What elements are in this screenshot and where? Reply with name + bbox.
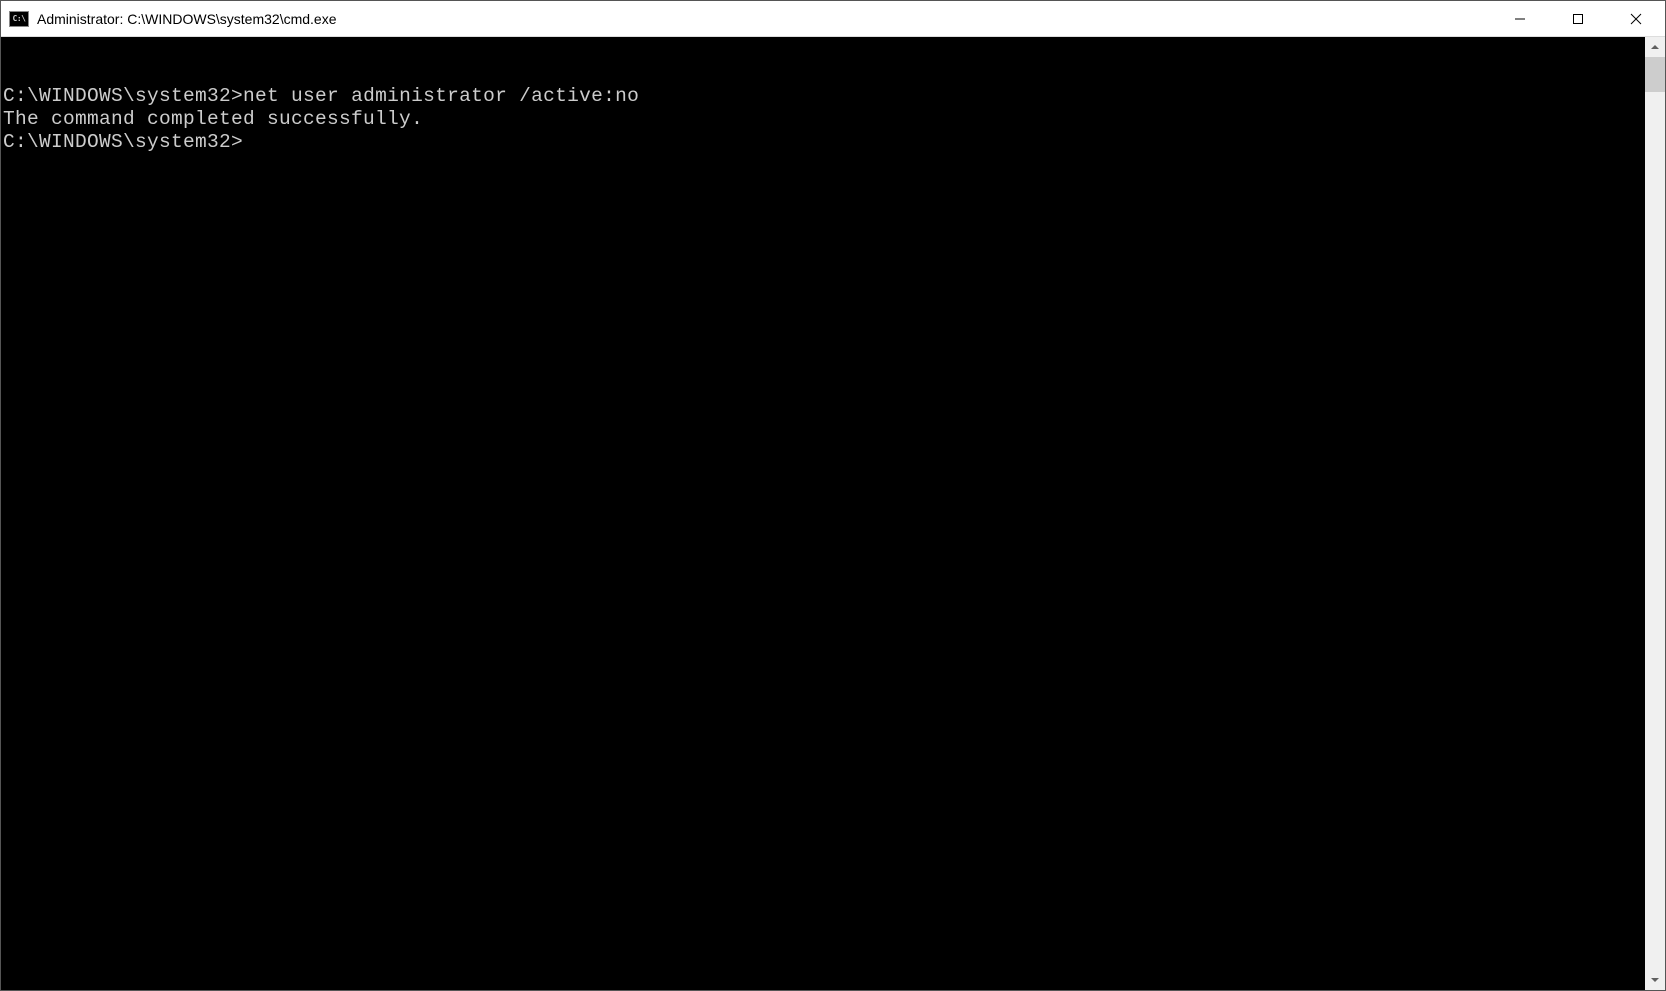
window-title: Administrator: C:\WINDOWS\system32\cmd.e… — [37, 11, 1491, 27]
window-controls — [1491, 1, 1665, 36]
minimize-button[interactable] — [1491, 1, 1549, 36]
maximize-icon — [1572, 13, 1584, 25]
scroll-track[interactable] — [1645, 57, 1665, 970]
scroll-thumb[interactable] — [1645, 57, 1665, 92]
prompt-2: C:\WINDOWS\system32> — [3, 131, 243, 154]
chevron-down-icon — [1650, 975, 1660, 985]
titlebar[interactable]: C:\ Administrator: C:\WINDOWS\system32\c… — [1, 1, 1665, 37]
terminal-output[interactable]: C:\WINDOWS\system32>net user administrat… — [1, 37, 1645, 990]
close-button[interactable] — [1607, 1, 1665, 36]
cmd-window: C:\ Administrator: C:\WINDOWS\system32\c… — [0, 0, 1666, 991]
prompt-1: C:\WINDOWS\system32> — [3, 85, 243, 108]
cmd-icon: C:\ — [9, 11, 29, 27]
vertical-scrollbar[interactable] — [1645, 37, 1665, 990]
scroll-up-button[interactable] — [1645, 37, 1665, 57]
close-icon — [1630, 13, 1642, 25]
chevron-up-icon — [1650, 42, 1660, 52]
maximize-button[interactable] — [1549, 1, 1607, 36]
command-1: net user administrator /active:no — [243, 85, 639, 108]
cmd-icon-text: C:\ — [13, 14, 26, 23]
output-line-1: The command completed successfully. — [3, 108, 1645, 131]
content-area: C:\WINDOWS\system32>net user administrat… — [1, 37, 1665, 990]
scroll-down-button[interactable] — [1645, 970, 1665, 990]
minimize-icon — [1514, 13, 1526, 25]
